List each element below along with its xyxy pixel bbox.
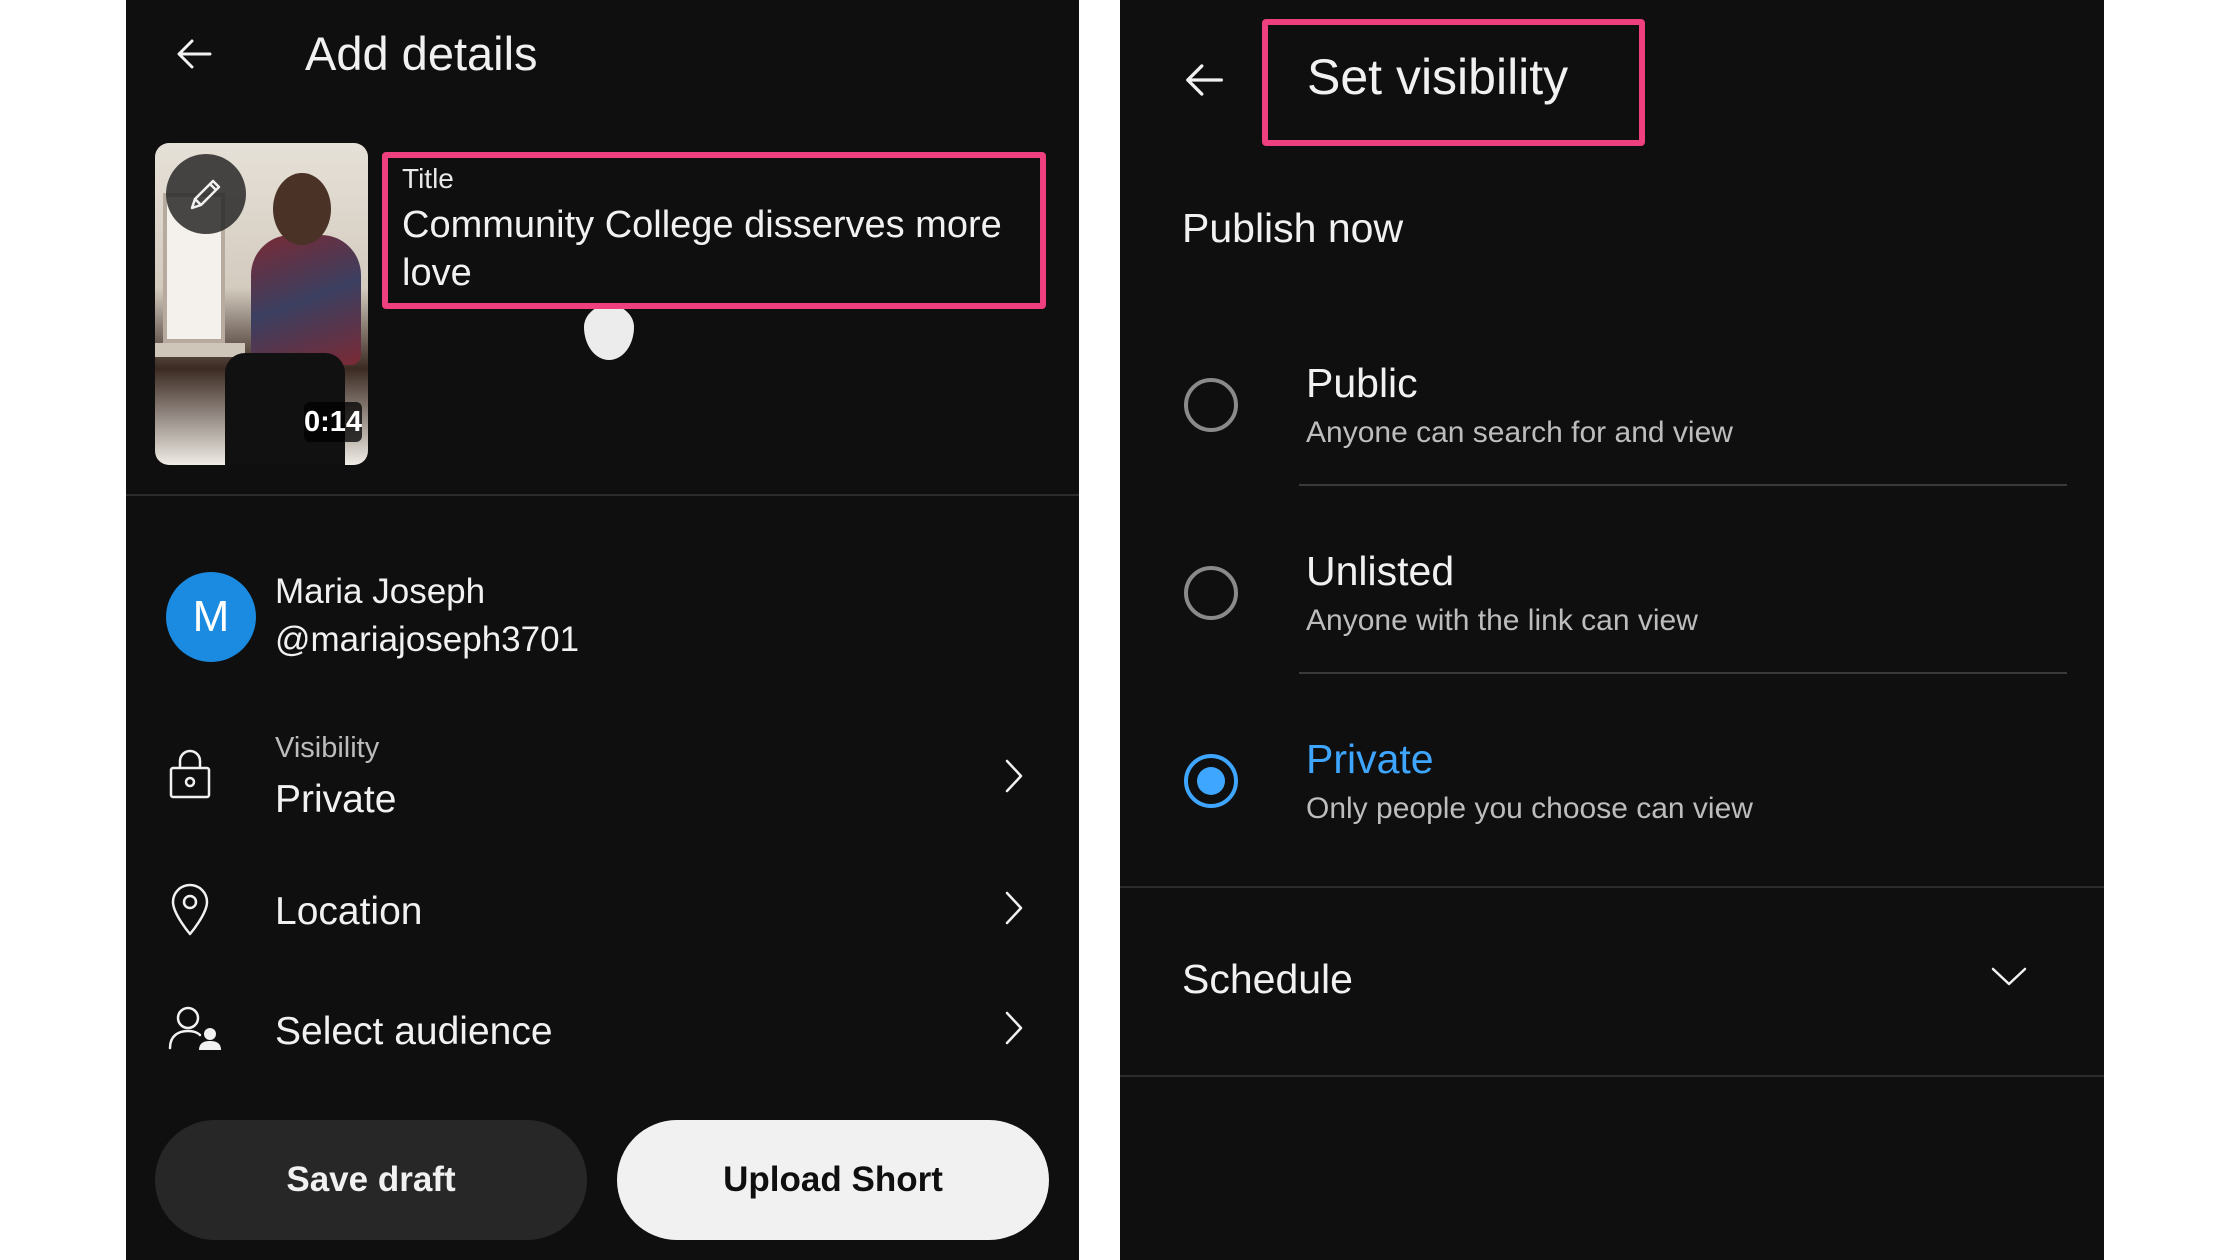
radio-button-selected[interactable] [1184, 754, 1238, 808]
lock-icon [169, 749, 211, 799]
chevron-right-icon [1005, 1011, 1023, 1045]
thumbnail-table [155, 343, 245, 357]
upload-short-button[interactable]: Upload Short [617, 1120, 1049, 1240]
page-title: Add details [305, 27, 538, 80]
account-handle: @mariajoseph3701 [275, 620, 580, 659]
visibility-option-unlisted[interactable]: Unlisted Anyone with the link can view [1120, 538, 2104, 688]
location-pin-icon [171, 883, 209, 936]
chevron-right-icon [1005, 891, 1023, 925]
visibility-row-value: Private [275, 778, 397, 821]
chevron-right-icon [1005, 759, 1023, 793]
radio-dot [1197, 767, 1225, 795]
set-visibility-screen: Set visibility Publish now Public Anyone… [1120, 0, 2104, 1260]
audience-row[interactable]: Select audience [126, 990, 1079, 1080]
account-name: Maria Joseph [275, 572, 486, 611]
text-cursor-handle[interactable] [584, 305, 634, 360]
option-label: Unlisted [1306, 548, 1455, 594]
divider [1299, 484, 2067, 486]
audience-icon [168, 1006, 221, 1050]
title-field-value[interactable]: Community College disserves more love [402, 201, 1042, 297]
back-arrow-icon[interactable] [1178, 54, 1230, 106]
add-details-screen: Add details 0:14 Title Community College… [126, 0, 1079, 1260]
visibility-option-private[interactable]: Private Only people you choose can view [1120, 726, 2104, 876]
radio-button[interactable] [1184, 566, 1238, 620]
page-title: Set visibility [1307, 49, 1569, 105]
section-heading: Publish now [1182, 205, 1404, 251]
back-arrow-icon[interactable] [170, 30, 218, 78]
option-description: Only people you choose can view [1306, 792, 1753, 825]
thumbnail-person-head [273, 173, 331, 245]
schedule-row[interactable]: Schedule [1120, 920, 2104, 1040]
option-description: Anyone can search for and view [1306, 416, 1733, 449]
chevron-down-icon [1991, 967, 2027, 986]
video-thumbnail[interactable]: 0:14 [155, 143, 368, 465]
stage: Add details 0:14 Title Community College… [0, 0, 2240, 1260]
divider [1120, 886, 2104, 888]
location-row-label: Location [275, 890, 423, 933]
divider [1120, 1075, 2104, 1077]
edit-thumbnail-button[interactable] [166, 154, 246, 234]
video-duration: 0:14 [304, 402, 362, 442]
audience-row-label: Select audience [275, 1010, 553, 1053]
divider [1299, 672, 2067, 674]
thumbnail-person-body [251, 235, 361, 365]
location-row[interactable]: Location [126, 870, 1079, 960]
visibility-row-label: Visibility [275, 732, 380, 764]
radio-button[interactable] [1184, 378, 1238, 432]
option-label: Public [1306, 360, 1418, 406]
save-draft-button[interactable]: Save draft [155, 1120, 587, 1240]
option-description: Anyone with the link can view [1306, 604, 1698, 637]
title-field-label: Title [402, 163, 454, 194]
title-field[interactable]: Title Community College disserves more l… [402, 151, 1052, 301]
visibility-option-public[interactable]: Public Anyone can search for and view [1120, 350, 2104, 500]
avatar: M [166, 572, 256, 662]
option-label: Private [1306, 736, 1434, 782]
schedule-label: Schedule [1182, 956, 1353, 1002]
pencil-icon [190, 179, 221, 210]
divider [126, 494, 1079, 496]
visibility-row[interactable]: Visibility Private [126, 720, 1079, 840]
